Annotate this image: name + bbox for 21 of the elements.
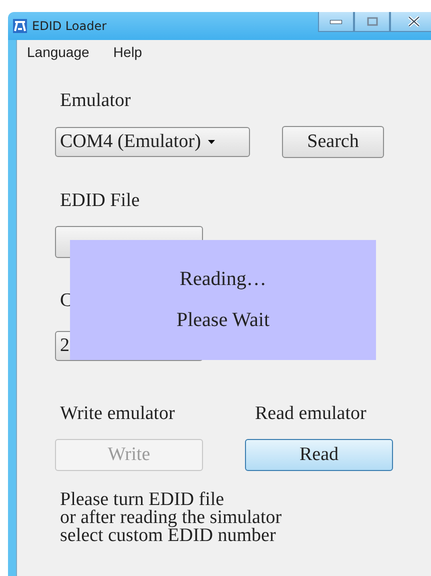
minimize-button[interactable]	[318, 12, 354, 32]
port-dropdown[interactable]: COM4 (Emulator)	[55, 127, 250, 157]
app-icon	[12, 18, 28, 34]
dropdown-value: 2	[60, 335, 70, 357]
section-label: Write emulator	[60, 403, 176, 425]
popup-title: Reading…	[180, 268, 266, 291]
minimize-icon	[330, 20, 342, 24]
menu-item[interactable]: Language	[27, 44, 90, 60]
window-title: EDID Loader	[32, 19, 107, 33]
maximize-icon	[366, 17, 378, 26]
field-label: Emulator	[60, 90, 132, 112]
caret-icon	[208, 140, 215, 144]
action-button[interactable]: Read	[245, 439, 393, 471]
close-icon	[408, 16, 420, 27]
menu-item[interactable]: Help	[113, 44, 142, 60]
popup-message: Please Wait	[176, 309, 270, 332]
field-label: EDID File	[60, 190, 141, 212]
section-label: Read emulator	[255, 403, 366, 425]
close-button[interactable]	[390, 12, 431, 32]
search-button[interactable]: Search	[282, 126, 384, 158]
instruction-text: Please turn EDID file or after reading the simulator select custom EDID number	[60, 491, 283, 545]
